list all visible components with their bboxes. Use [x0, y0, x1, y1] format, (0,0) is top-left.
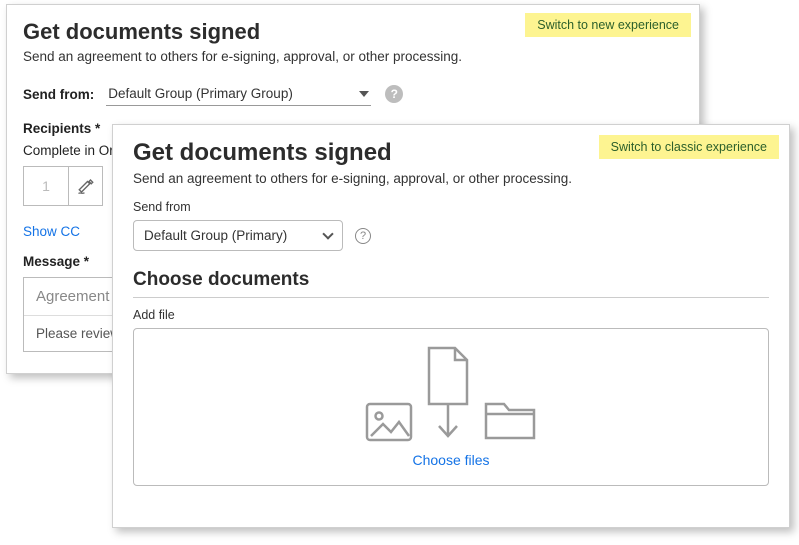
sign-role-button[interactable]	[69, 166, 103, 206]
choose-documents-heading: Choose documents	[133, 269, 769, 291]
chevron-down-icon	[322, 228, 333, 239]
help-icon[interactable]: ?	[355, 228, 371, 244]
add-file-label: Add file	[133, 308, 769, 322]
caret-down-icon	[359, 91, 369, 97]
message-label: Message *	[23, 254, 89, 269]
file-download-icon	[425, 346, 471, 442]
send-from-label: Send from	[133, 200, 769, 214]
switch-to-classic-link[interactable]: Switch to classic experience	[599, 135, 779, 159]
dropzone-icons	[365, 346, 537, 442]
send-from-select[interactable]: Default Group (Primary Group)	[106, 82, 371, 106]
recipients-label: Recipients *	[23, 121, 100, 136]
new-panel: Switch to classic experience Get documen…	[112, 124, 790, 528]
choose-files-link[interactable]: Choose files	[412, 452, 489, 468]
folder-icon	[483, 400, 537, 442]
divider	[133, 297, 769, 298]
order-number-input[interactable]: 1	[23, 166, 69, 206]
file-dropzone[interactable]: Choose files	[133, 328, 769, 486]
send-from-select[interactable]: Default Group (Primary)	[133, 220, 343, 251]
image-icon	[365, 402, 413, 442]
send-from-label: Send from:	[23, 87, 94, 102]
switch-to-new-link[interactable]: Switch to new experience	[525, 13, 691, 37]
page-subtitle: Send an agreement to others for e-signin…	[23, 49, 683, 64]
help-icon[interactable]: ?	[385, 85, 403, 103]
complete-order-label: Complete in Ord	[23, 143, 121, 158]
send-from-value: Default Group (Primary Group)	[108, 86, 293, 101]
page-subtitle: Send an agreement to others for e-signin…	[133, 171, 769, 186]
send-from-value: Default Group (Primary)	[144, 228, 287, 243]
pen-icon	[77, 177, 95, 195]
